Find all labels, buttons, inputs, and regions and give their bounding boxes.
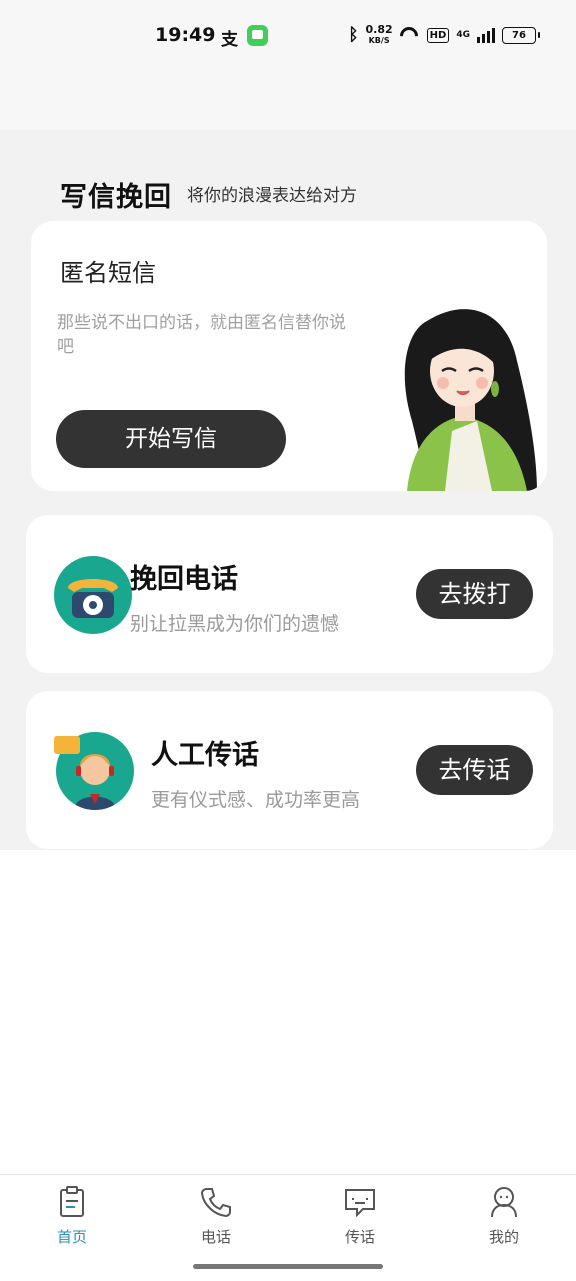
tab-phone[interactable]: 电话 <box>176 1185 256 1247</box>
clipboard-icon <box>60 1186 84 1217</box>
network-speed-value: 0.82 <box>365 23 393 36</box>
recovery-call-card[interactable]: 挽回电话 别让拉黑成为你们的遗憾 去拨打 <box>26 515 553 673</box>
section-subtitle: 将你的浪漫表达给对方 <box>187 186 357 206</box>
status-bar: 19:49 支 ᛒ 0.82 KB/S HD 4G 76 <box>0 0 576 72</box>
cellular-label: 4G <box>456 30 470 40</box>
hd-badge: HD <box>426 27 450 43</box>
manual-relay-card[interactable]: 人工传话 更有仪式感、成功率更高 去传话 <box>26 691 553 849</box>
tab-relay[interactable]: 传话 <box>320 1185 400 1247</box>
dial-button[interactable]: 去拨打 <box>416 569 533 619</box>
signal-icon <box>477 27 495 43</box>
phone-card-title: 挽回电话 <box>130 564 238 595</box>
letter-card-description: 那些说不出口的话，就由匿名信替你说吧 <box>57 313 346 357</box>
phone-icon <box>200 1188 231 1218</box>
network-speed-unit: KB/S <box>368 36 390 45</box>
start-writing-button[interactable]: 开始写信 <box>56 410 286 468</box>
home-indicator[interactable] <box>193 1264 383 1269</box>
tab-home-label: 首页 <box>56 1228 87 1246</box>
girl-illustration <box>404 309 537 491</box>
status-time: 19:49 <box>155 24 216 46</box>
phone-card-description: 别让拉黑成为你们的遗憾 <box>130 613 340 635</box>
message-app-icon <box>247 25 268 46</box>
telephone-icon <box>54 556 132 634</box>
alipay-icon: 支 <box>221 30 238 50</box>
relay-card-title: 人工传话 <box>151 740 259 771</box>
network-speed: 0.82 KB/S <box>366 24 393 46</box>
chat-icon <box>345 1189 375 1218</box>
tab-mine-label: 我的 <box>488 1228 519 1246</box>
header-band <box>0 72 576 130</box>
tab-home[interactable]: 首页 <box>32 1185 112 1247</box>
anonymous-letter-card[interactable]: 匿名短信 那些说不出口的话，就由匿名信替你说吧 开始写信 <box>31 221 547 491</box>
person-icon <box>491 1187 517 1218</box>
letter-card-title: 匿名短信 <box>60 259 156 287</box>
tab-phone-label: 电话 <box>200 1228 231 1246</box>
tab-mine[interactable]: 我的 <box>464 1185 544 1247</box>
battery-icon: 76 <box>502 26 540 44</box>
bluetooth-icon: ᛒ <box>348 25 359 45</box>
relay-card-description: 更有仪式感、成功率更高 <box>151 789 361 811</box>
relay-button[interactable]: 去传话 <box>416 745 533 795</box>
status-right-group: ᛒ 0.82 KB/S HD 4G 76 <box>348 23 540 47</box>
wifi-icon <box>400 27 420 43</box>
speech-bubble-icon <box>54 736 80 754</box>
tab-relay-label: 传话 <box>344 1228 375 1246</box>
section-title: 写信挽回 <box>60 182 172 213</box>
